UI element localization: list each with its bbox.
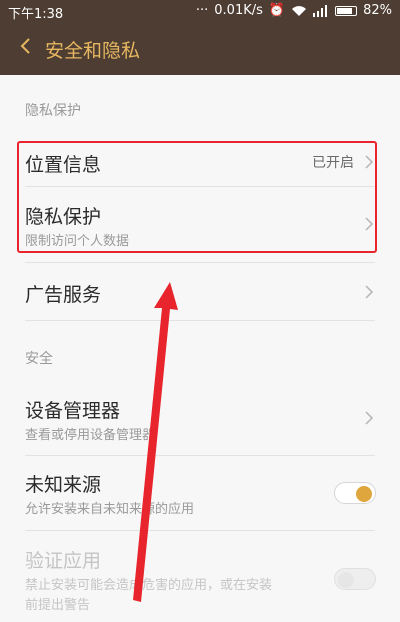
- battery-percent: 82%: [363, 3, 392, 18]
- unknown-sources-toggle[interactable]: [334, 482, 376, 504]
- verify-apps-subtitle-line1: 禁止安装可能会造成危害的应用，或在安装: [25, 578, 273, 593]
- annotation-highlight-box: [17, 141, 377, 253]
- divider: [25, 262, 375, 263]
- divider: [25, 320, 375, 321]
- page-title: 安全和隐私: [45, 40, 141, 62]
- section-label-privacy: 隐私保护: [25, 103, 81, 119]
- battery-icon: [335, 5, 358, 16]
- unknown-sources-subtitle: 允许安装来自未知来源的应用: [25, 502, 195, 517]
- ad-service-item[interactable]: 广告服务: [0, 266, 400, 318]
- verify-apps-subtitle-line2: 前提出警告: [25, 598, 91, 613]
- header: 安全和隐私: [0, 22, 400, 75]
- unknown-sources-title: 未知来源: [25, 474, 102, 496]
- verify-apps-toggle[interactable]: [334, 568, 376, 590]
- chevron-left-icon[interactable]: [14, 34, 38, 58]
- status-bar: 下午1:38 ··· 0.01K/s ⏰ 82%: [0, 0, 400, 22]
- unknown-sources-item[interactable]: 未知来源 允许安装来自未知来源的应用: [0, 462, 400, 524]
- top-bar: 下午1:38 ··· 0.01K/s ⏰ 82% 安全和隐私: [0, 0, 400, 75]
- device-admin-title: 设备管理器: [25, 400, 121, 422]
- alarm-icon: ⏰: [268, 3, 286, 18]
- ad-service-title: 广告服务: [25, 284, 102, 306]
- network-speed: 0.01K/s: [214, 3, 263, 18]
- chevron-right-icon: [365, 285, 374, 299]
- toggle-knob: [338, 572, 354, 588]
- status-right-group: ··· 0.01K/s ⏰ 82%: [196, 3, 392, 18]
- verify-apps-item[interactable]: 验证应用 禁止安装可能会造成危害的应用，或在安装 前提出警告: [0, 538, 400, 618]
- device-admin-item[interactable]: 设备管理器 查看或停用设备管理器: [0, 388, 400, 450]
- status-time: 下午1:38: [8, 7, 64, 22]
- chevron-right-icon: [365, 411, 374, 425]
- wifi-icon: [292, 5, 307, 16]
- divider: [25, 530, 375, 531]
- section-label-security: 安全: [25, 351, 53, 367]
- cell-signal-icon: [313, 4, 328, 17]
- toggle-knob: [356, 486, 372, 502]
- verify-apps-title: 验证应用: [25, 550, 102, 572]
- signal-dots-icon: ···: [195, 3, 209, 18]
- device-admin-subtitle: 查看或停用设备管理器: [25, 428, 156, 443]
- divider: [25, 455, 375, 456]
